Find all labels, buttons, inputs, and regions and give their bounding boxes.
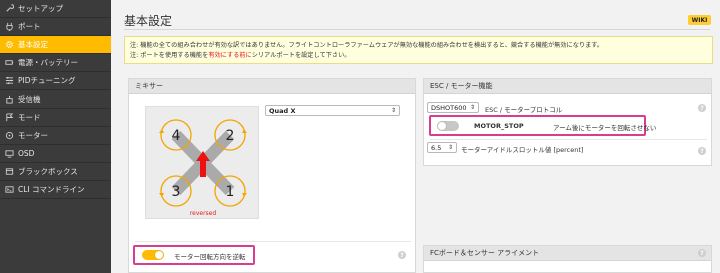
help-icon[interactable]: ? (698, 104, 706, 112)
motor-stop-label: MOTOR_STOP (474, 122, 524, 130)
receiver-icon (5, 95, 14, 104)
notice-line-1: 注: 機能の全ての組み合わせが有効な訳ではありません。フライトコントローラファー… (130, 42, 604, 49)
main-content: 基本設定 WIKI 注: 機能の全ての組み合わせが有効な訳ではありません。フライ… (111, 0, 720, 273)
select-arrows-icon: ⇕ (390, 107, 396, 114)
motor-icon (5, 131, 14, 140)
sidebar-item-label: CLI コマンドライン (18, 184, 85, 194)
wrench-icon (5, 4, 14, 13)
stepper-arrows-icon: ⇕ (447, 144, 453, 151)
sidebar-item-setup[interactable]: セットアップ (0, 0, 111, 19)
gear-icon (5, 40, 14, 49)
sidebar-item-motors[interactable]: モーター (0, 127, 111, 145)
sidebar-item-osd[interactable]: OSD (0, 145, 111, 163)
notice-highlight: 有効にする前に (208, 51, 252, 59)
motor-stop-desc: アーム後にモーターを回転させない (553, 124, 657, 132)
fc-alignment-header: FCボード＆センサー アライメント (424, 246, 711, 261)
mixer-type-select[interactable]: Quad X ⇕ (265, 105, 400, 116)
esc-protocol-value: DSHOT600 (431, 103, 467, 112)
mixer-type-value: Quad X (269, 106, 296, 115)
sidebar-item-power[interactable]: 電源・バッテリー (0, 54, 111, 73)
fc-alignment-panel: FCボード＆センサー アライメント ? (423, 245, 712, 273)
idle-throttle-value: 6.5 (431, 143, 442, 152)
sidebar-item-label: ポート (18, 22, 41, 32)
blackbox-icon (5, 167, 14, 176)
sidebar-item-pid[interactable]: PIDチューニング (0, 72, 111, 91)
idle-throttle-label: モーターアイドルスロットル値 [percent] (461, 146, 584, 154)
sidebar-item-label: OSD (18, 148, 35, 158)
esc-panel-header: ESC / モーター機能 (424, 79, 711, 94)
notice-line-2: 注: ポートを使用する機能を有効にする前にシリアルポートを設定して下さい。 (130, 51, 707, 61)
sidebar-item-blackbox[interactable]: ブラックボックス (0, 163, 111, 181)
row-divider (135, 241, 411, 242)
sliders-icon (5, 76, 14, 85)
monitor-icon (5, 149, 14, 158)
sidebar-item-label: ブラックボックス (18, 166, 78, 176)
toggle-knob (155, 251, 163, 259)
reverse-motors-label: モーター回転方向を逆転 (174, 253, 246, 261)
sidebar-item-label: 基本設定 (18, 40, 48, 50)
wiki-button[interactable]: WIKI (688, 15, 711, 25)
esc-panel: ESC / モーター機能 DSHOT600 ⇕ ESC / モータープロトコル … (423, 78, 712, 166)
sidebar-item-label: モード (18, 112, 41, 122)
mixer-diagram: 4 2 3 1 reversed (145, 106, 259, 219)
plug-icon (5, 22, 14, 32)
notice-prefix: 注: ポートを使用する機能を (130, 51, 209, 59)
select-arrows-icon: ⇕ (469, 104, 475, 111)
battery-icon (5, 58, 14, 67)
sidebar-item-label: PIDチューニング (18, 76, 76, 86)
quad-x-diagram: 4 2 3 1 reversed (159, 119, 247, 217)
motor-3-label: 3 (172, 184, 181, 200)
page-title: 基本設定 (124, 14, 173, 28)
notice-suffix: シリアルポートを設定して下さい。 (251, 51, 351, 59)
sidebar-item-ports[interactable]: ポート (0, 18, 111, 37)
esc-protocol-select[interactable]: DSHOT600 ⇕ (427, 102, 479, 113)
sidebar-item-label: モーター (18, 130, 48, 140)
motor-4: 4 (159, 119, 192, 151)
notice-box: 注: 機能の全ての組み合わせが有効な訳ではありません。フライトコントローラファー… (124, 36, 713, 64)
sidebar-item-label: セットアップ (18, 4, 63, 14)
sidebar-item-receiver[interactable]: 受信機 (0, 90, 111, 109)
help-icon[interactable]: ? (698, 147, 706, 155)
sidebar-item-modes[interactable]: モード (0, 109, 111, 127)
reversed-label: reversed (190, 210, 217, 217)
motor-3: 3 (159, 175, 192, 207)
esc-protocol-label: ESC / モータープロトコル (485, 106, 563, 114)
motor-2: 2 (214, 119, 247, 151)
toggle-knob (438, 122, 446, 130)
idle-throttle-input[interactable]: 6.5 ⇕ (427, 142, 457, 153)
flag-icon (5, 113, 14, 122)
row-divider (430, 139, 707, 140)
motor-4-label: 4 (172, 128, 181, 144)
help-icon[interactable]: ? (398, 251, 406, 259)
sidebar: セットアップ ポート 基本設定 電源・バッテリー PIDチューニング 受信機 モ… (0, 0, 111, 273)
sidebar-item-label: 受信機 (18, 94, 41, 104)
reverse-motors-toggle[interactable] (142, 250, 164, 260)
mixer-panel-header: ミキサー (129, 79, 415, 94)
sidebar-item-configuration[interactable]: 基本設定 (0, 36, 111, 55)
motor-stop-toggle[interactable] (437, 121, 459, 131)
sidebar-item-label: 電源・バッテリー (18, 58, 78, 68)
title-divider (124, 29, 710, 30)
sidebar-item-cli[interactable]: CLI コマンドライン (0, 181, 111, 200)
motor-1: 1 (214, 175, 247, 207)
motor-1-label: 1 (226, 184, 235, 200)
mixer-panel: ミキサー 4 2 3 1 reversed Quad X ⇕ モーター回転方向を… (128, 78, 416, 273)
help-icon[interactable]: ? (698, 249, 706, 257)
terminal-icon (5, 185, 14, 194)
motor-2-label: 2 (226, 128, 235, 144)
